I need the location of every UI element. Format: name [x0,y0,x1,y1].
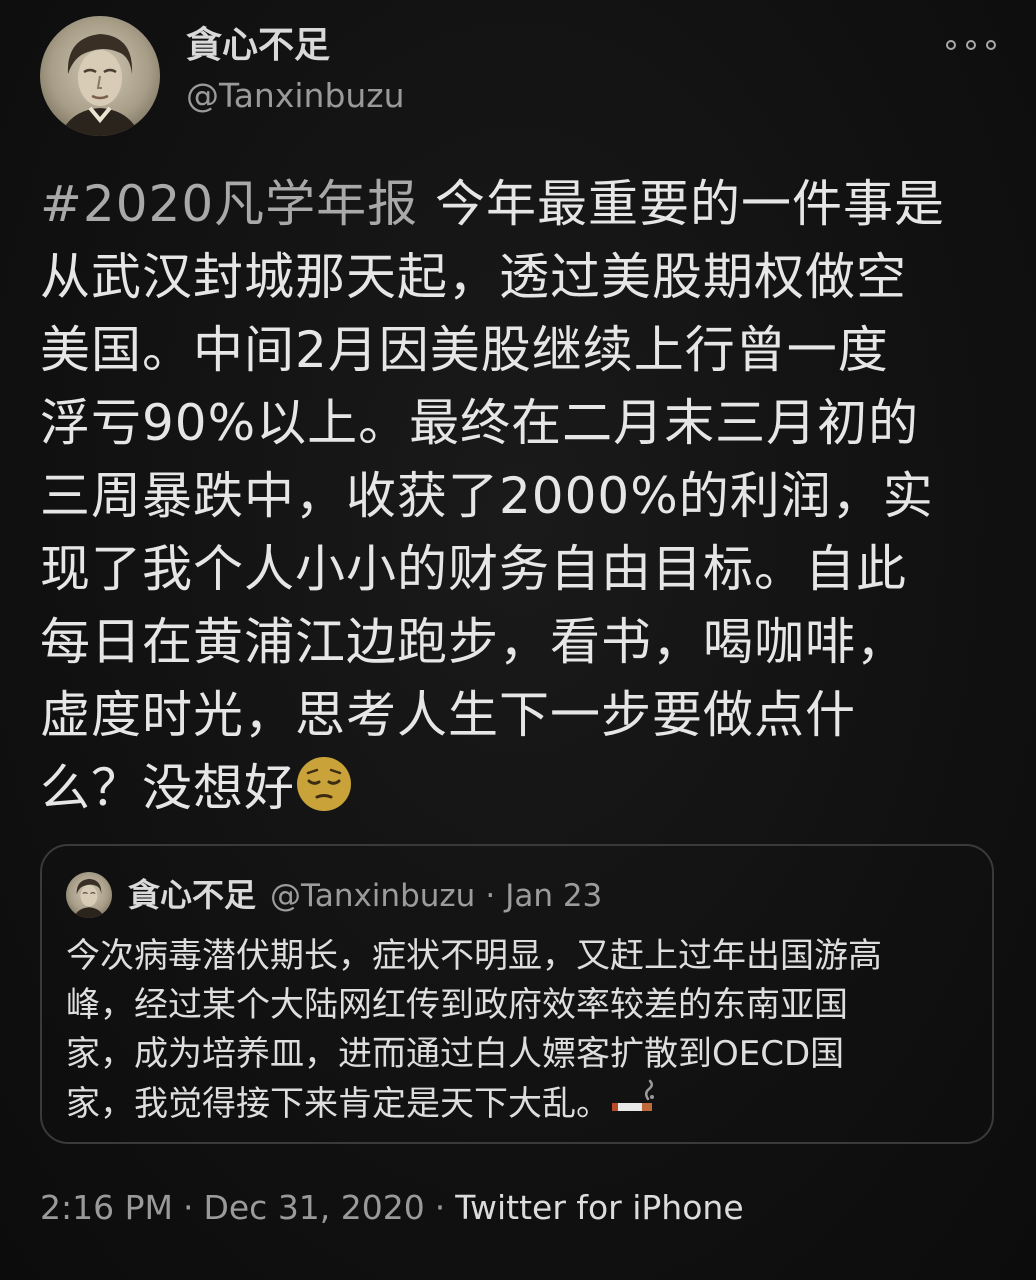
tweet-line: 么？没想好 [40,752,1000,825]
tweet-date[interactable]: Dec 31, 2020 [203,1188,424,1227]
tweet-line: 现了我个人小小的财务自由目标。自此 [40,540,907,598]
more-dot [986,40,996,50]
author-display-name[interactable]: 貪心不足 [186,24,405,68]
tweet-line-text: 么？没想好 [40,759,295,817]
quoted-header: 貪心不足 @Tanxinbuzu · Jan 23 [128,872,602,924]
author-info: 貪心不足 @Tanxinbuzu [186,24,405,118]
author-handle[interactable]: @Tanxinbuzu [186,74,405,118]
quoted-line-text: 家，我觉得接下来肯定是天下大乱。 [66,1084,610,1124]
tweet-line: 浮亏90%以上。最终在二月末三月初的 [40,394,920,452]
pensive-face-emoji-icon [295,755,353,813]
tweet-line: 从武汉封城那天起，透过美股期权做空 [40,248,907,306]
tweet-line: 美国。中间2月因美股继续上行曾一度 [40,321,889,379]
quoted-tweet-card[interactable]: 貪心不足 @Tanxinbuzu · Jan 23 今次病毒潜伏期长，症状不明显，又赶… [40,844,994,1144]
hashtag-link[interactable]: #2020凡学年报 [40,175,418,233]
more-horizontal-icon[interactable] [946,30,996,60]
footer-separator: · [182,1188,194,1227]
tweet-text: #2020凡学年报 今年最重要的一件事是 从武汉封城那天起，透过美股期权做空 美… [40,168,1000,825]
quoted-line: 今次病毒潜伏期长，症状不明显，又赶上过年出国游高 [66,936,882,976]
portrait-avatar-icon [60,34,140,136]
tweet-line: 三周暴跌中，收获了2000%的利润，实 [40,467,934,525]
quoted-author-avatar [66,872,112,918]
portrait-avatar-icon [73,878,105,918]
tweet-line-text: 今年最重要的一件事是 [418,175,946,233]
quoted-date: Jan 23 [505,878,603,914]
tweet-time[interactable]: 2:16 PM [40,1188,173,1227]
quoted-line: 峰，经过某个大陆网红传到政府效率较差的东南亚国 [66,985,848,1025]
more-dot [946,40,956,50]
quoted-separator: · [485,878,496,914]
quoted-line: 家，我觉得接下来肯定是天下大乱。 [66,1079,966,1129]
tweet-container: 貪心不足 @Tanxinbuzu #2020凡学年报 今年最重要的一件事是 从武… [0,0,1036,1280]
tweet-footer: 2:16 PM · Dec 31, 2020 · Twitter for iPhone [40,1186,744,1230]
quoted-text: 今次病毒潜伏期长，症状不明显，又赶上过年出国游高 峰，经过某个大陆网红传到政府效… [66,932,966,1129]
tweet-header: 貪心不足 @Tanxinbuzu [40,16,1000,136]
quoted-display-name: 貪心不足 [128,876,257,914]
cigarette-emoji-icon [610,1079,658,1119]
footer-separator: · [434,1188,446,1227]
quoted-handle: @Tanxinbuzu [270,878,476,914]
more-dot [966,40,976,50]
tweet-line: 虚度时光，思考人生下一步要做点什 [40,686,856,744]
tweet-line: #2020凡学年报 今年最重要的一件事是 [40,168,1000,241]
tweet-source-link[interactable]: Twitter for iPhone [455,1188,743,1227]
tweet-line: 每日在黄浦江边跑步，看书，喝咖啡， [40,613,907,671]
author-avatar[interactable] [40,16,160,136]
quoted-line: 家，成为培养皿，进而通过白人嫖客扩散到OECD国 [66,1034,845,1074]
